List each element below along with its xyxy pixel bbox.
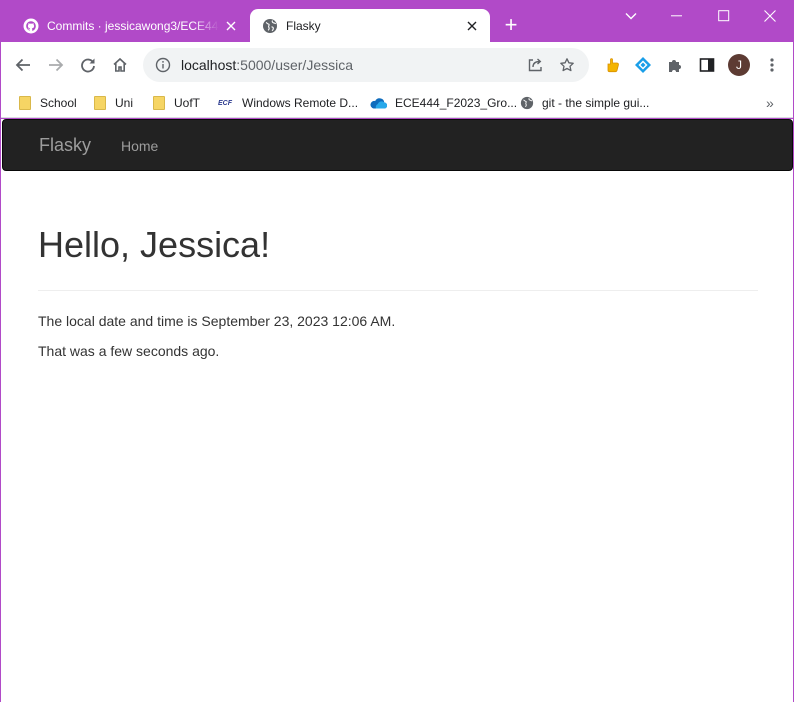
url-path: :5000/user/Jessica [236, 57, 353, 73]
close-window-icon[interactable] [760, 6, 780, 26]
navbar: Flasky Home [2, 119, 793, 171]
github-icon [23, 18, 39, 34]
home-icon[interactable] [108, 53, 132, 77]
bookmark-uoft[interactable]: UofT [152, 93, 200, 113]
back-arrow-icon[interactable] [11, 53, 35, 77]
diamond-extension-icon[interactable] [631, 53, 655, 77]
bookmarks-overflow-button[interactable]: » [766, 93, 774, 113]
avatar: J [728, 54, 750, 76]
new-tab-button[interactable]: + [500, 14, 522, 37]
globe-icon [520, 96, 534, 110]
close-icon[interactable] [223, 18, 239, 34]
tab-strip: Commits · jessicawong3/ECE444- Flasky + [1, 0, 793, 42]
forward-arrow-icon[interactable] [44, 53, 68, 77]
address-bar[interactable]: localhost:5000/user/Jessica [143, 48, 589, 82]
folder-icon [152, 96, 166, 110]
browser-toolbar: localhost:5000/user/Jessica J [1, 42, 793, 88]
profile-avatar[interactable]: J [727, 53, 751, 77]
tab-title: Flasky [286, 18, 321, 33]
share-icon[interactable] [525, 55, 545, 75]
url-host: localhost [181, 57, 237, 73]
navbar-brand[interactable]: Flasky [39, 135, 91, 156]
bookmark-label: Uni [115, 96, 134, 110]
tab-flasky[interactable]: Flasky [250, 9, 490, 42]
minimize-icon[interactable] [667, 6, 687, 26]
bookmark-label: UofT [174, 96, 201, 110]
url-text[interactable]: localhost:5000/user/Jessica [181, 57, 525, 73]
bookmarks-bar: School Uni UofT ECF Windows Remote D... … [1, 88, 793, 118]
tab-search-chevron-icon[interactable] [621, 6, 641, 26]
bookmark-windows-remote[interactable]: ECF Windows Remote D... [216, 93, 358, 113]
bookmark-label: git - the simple gui... [542, 96, 650, 110]
globe-icon [262, 18, 278, 34]
relative-time-text: That was a few seconds ago. [38, 343, 220, 359]
nav-link-home[interactable]: Home [121, 138, 158, 154]
browser-window: Commits · jessicawong3/ECE444- Flasky + [1, 0, 793, 702]
bookmark-school[interactable]: School [18, 93, 77, 113]
local-datetime-text: The local date and time is September 23,… [38, 313, 396, 329]
tab-title: Commits · jessicawong3/ECE444- [47, 18, 219, 33]
maximize-icon[interactable] [714, 6, 734, 26]
bookmark-ece444-group[interactable]: ECE444_F2023_Gro... [369, 93, 517, 113]
close-icon[interactable] [464, 18, 480, 34]
folder-icon [18, 96, 32, 110]
onedrive-icon [369, 96, 387, 110]
star-icon[interactable] [557, 55, 577, 75]
bookmark-label: ECE444_F2023_Gro... [395, 96, 518, 110]
page-header: Hello, Jessica! [38, 225, 758, 291]
folder-icon [93, 96, 107, 110]
site-info-icon[interactable] [155, 57, 171, 73]
side-panel-icon[interactable] [695, 53, 719, 77]
page-title: Hello, Jessica! [38, 224, 271, 265]
bookmark-label: School [40, 96, 77, 110]
bookmark-label: Windows Remote D... [242, 96, 359, 110]
reload-icon[interactable] [76, 53, 100, 77]
bookmark-uni[interactable]: Uni [93, 93, 133, 113]
kebab-menu-icon[interactable] [760, 53, 784, 77]
page-viewport: Flasky Home Hello, Jessica! The local da… [1, 119, 793, 702]
tab-commits[interactable]: Commits · jessicawong3/ECE444- [11, 9, 249, 42]
bookmark-git-guide[interactable]: git - the simple gui... [520, 93, 649, 113]
thumbs-up-extension-icon[interactable] [600, 53, 624, 77]
ecf-icon: ECF [218, 99, 232, 107]
extensions-puzzle-icon[interactable] [663, 53, 687, 77]
